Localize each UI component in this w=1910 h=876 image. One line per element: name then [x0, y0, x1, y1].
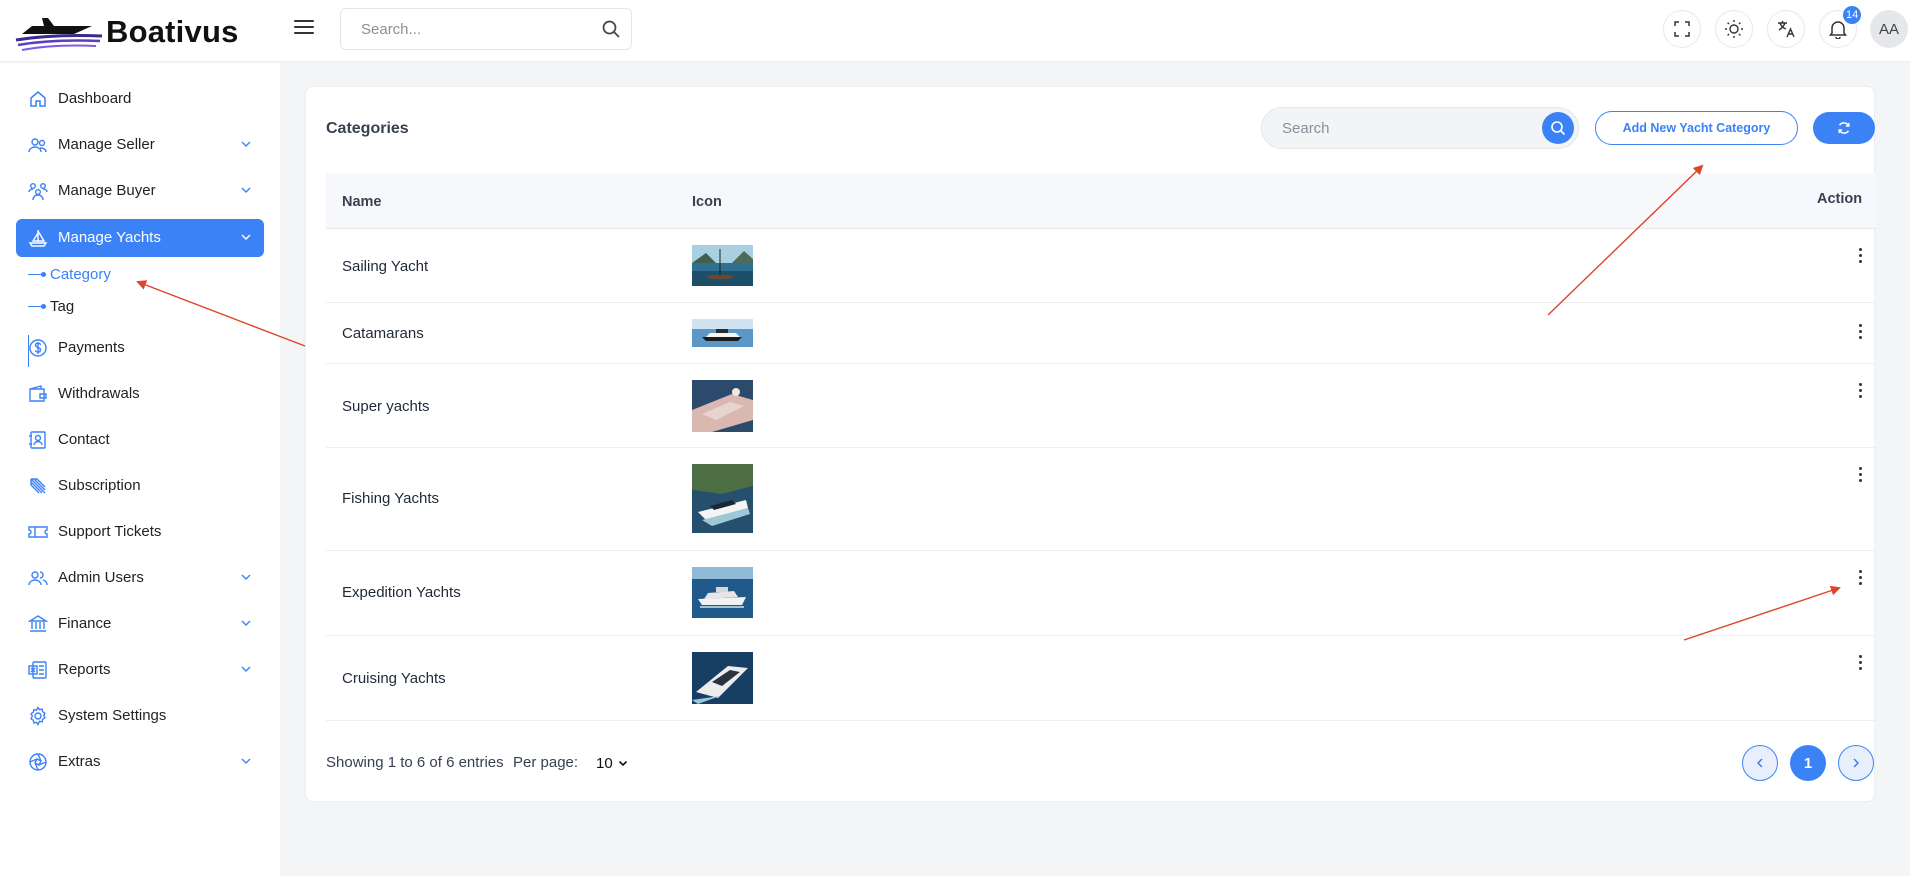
- row-actions-menu-icon[interactable]: [1850, 378, 1870, 402]
- contact-icon: [29, 431, 46, 449]
- sidebar-item-manage-yachts[interactable]: Manage Yachts: [16, 219, 264, 257]
- category-name: Catamarans: [342, 325, 424, 342]
- table-row: Expedition Yachts: [326, 551, 1876, 636]
- chevron-down-icon: [241, 141, 251, 147]
- sailboat-icon: [28, 230, 48, 247]
- sidebar-subitem-tag[interactable]: Tag: [28, 295, 74, 317]
- table-row: Sailing Yacht: [326, 229, 1876, 303]
- row-actions-menu-icon[interactable]: [1850, 565, 1870, 589]
- chevron-down-icon: [618, 760, 627, 767]
- column-header-icon: Icon: [692, 194, 722, 210]
- add-yacht-category-button[interactable]: Add New Yacht Category: [1595, 111, 1798, 145]
- entries-summary: Showing 1 to 6 of 6 entries: [326, 754, 504, 771]
- translate-icon[interactable]: [1767, 10, 1805, 48]
- search-button[interactable]: [1542, 112, 1574, 144]
- users-icon: [28, 138, 47, 153]
- pagination-page-current[interactable]: 1: [1790, 745, 1826, 781]
- sidebar-item-subscription[interactable]: Subscription: [16, 467, 264, 505]
- chevron-down-icon: [241, 574, 251, 580]
- fishing-yacht-thumbnail: [692, 464, 753, 533]
- aperture-icon: [29, 753, 47, 771]
- sailing-yacht-thumbnail: [692, 245, 753, 286]
- super-yacht-thumbnail: [692, 380, 753, 432]
- admin-users-icon: [28, 571, 48, 586]
- categories-card: Categories Add New Yacht Category Name I…: [305, 86, 1876, 802]
- column-header-name: Name: [342, 194, 382, 210]
- bank-icon: [28, 615, 48, 632]
- dollar-icon: [29, 339, 47, 357]
- search-icon[interactable]: [601, 19, 621, 44]
- expedition-yacht-thumbnail: [692, 567, 753, 618]
- sidebar-item-payments[interactable]: Payments: [16, 329, 264, 367]
- top-search-input[interactable]: [341, 9, 581, 49]
- table-header: Name Icon Action: [326, 173, 1876, 229]
- fullscreen-icon[interactable]: [1663, 10, 1701, 48]
- category-name: Cruising Yachts: [342, 670, 446, 687]
- sidebar-item-finance[interactable]: Finance: [16, 605, 264, 643]
- subscription-icon: [30, 478, 46, 494]
- chevron-down-icon: [241, 758, 251, 764]
- table-row: Catamarans: [326, 303, 1876, 364]
- category-name: Expedition Yachts: [342, 584, 461, 601]
- pagination-next-button[interactable]: [1838, 745, 1874, 781]
- search-icon: [1551, 121, 1566, 136]
- per-page-select[interactable]: 10: [596, 751, 640, 775]
- card-search-box: [1261, 107, 1579, 149]
- sidebar-subitem-category[interactable]: Category: [28, 263, 111, 285]
- sidebar-item-admin-users[interactable]: Admin Users: [16, 559, 264, 597]
- table-row: Fishing Yachts: [326, 448, 1876, 551]
- sidebar-item-withdrawals[interactable]: Withdrawals: [16, 375, 264, 413]
- category-name: Fishing Yachts: [342, 490, 439, 507]
- gear-icon: [30, 706, 46, 726]
- sidebar-item-manage-buyer[interactable]: Manage Buyer: [16, 172, 264, 210]
- categories-table: Name Icon Action Sailing Yacht Catamaran…: [326, 173, 1876, 721]
- sidebar-item-manage-seller[interactable]: Manage Seller: [16, 126, 264, 164]
- theme-sun-icon[interactable]: [1715, 10, 1753, 48]
- top-bar: Boativus 14 AA: [0, 0, 1910, 62]
- pagination-prev-button[interactable]: [1742, 745, 1778, 781]
- chevron-left-icon: [1756, 758, 1763, 768]
- sidebar: Dashboard Manage Seller Manage Buyer Man…: [0, 63, 280, 876]
- yacht-logo-icon: [15, 18, 103, 51]
- sidebar-item-contact[interactable]: Contact: [16, 421, 264, 459]
- refresh-button[interactable]: [1813, 112, 1875, 144]
- notification-badge: 14: [1843, 6, 1862, 24]
- table-row: Super yachts: [326, 364, 1876, 448]
- chevron-down-icon: [241, 234, 251, 240]
- wallet-icon: [29, 385, 47, 402]
- chevron-down-icon: [241, 666, 251, 672]
- menu-toggle-icon[interactable]: [292, 16, 316, 40]
- chevron-right-icon: [1853, 758, 1860, 768]
- row-actions-menu-icon[interactable]: [1850, 650, 1870, 674]
- chevron-down-icon: [241, 620, 251, 626]
- row-actions-menu-icon[interactable]: [1850, 243, 1870, 267]
- sidebar-item-reports[interactable]: Reports: [16, 651, 264, 689]
- group-icon: [28, 183, 48, 201]
- cruising-yacht-thumbnail: [692, 652, 753, 704]
- sidebar-item-support-tickets[interactable]: Support Tickets: [16, 513, 264, 551]
- catamaran-thumbnail: [692, 319, 753, 347]
- ticket-icon: [28, 526, 48, 538]
- column-header-action: Action: [1817, 191, 1863, 207]
- row-actions-menu-icon[interactable]: [1850, 319, 1870, 343]
- sidebar-item-dashboard[interactable]: Dashboard: [16, 80, 264, 118]
- category-name: Sailing Yacht: [342, 258, 429, 275]
- category-name: Super yachts: [342, 398, 430, 415]
- page-title: Categories: [326, 120, 409, 137]
- home-icon: [30, 91, 46, 107]
- logo[interactable]: Boativus: [14, 8, 238, 52]
- refresh-icon: [1838, 122, 1850, 134]
- category-search-input[interactable]: [1262, 108, 1532, 148]
- avatar[interactable]: AA: [1870, 10, 1908, 48]
- per-page-label: Per page:: [513, 754, 579, 771]
- sidebar-item-extras[interactable]: Extras: [16, 743, 264, 781]
- report-icon: [28, 661, 47, 679]
- table-row: Cruising Yachts: [326, 636, 1876, 721]
- top-search-box: [340, 8, 632, 50]
- chevron-down-icon: [241, 187, 251, 193]
- logo-text: Boativus: [106, 14, 239, 49]
- sidebar-item-system-settings[interactable]: System Settings: [16, 697, 264, 735]
- row-actions-menu-icon[interactable]: [1850, 462, 1870, 486]
- per-page-value: 10: [596, 754, 613, 772]
